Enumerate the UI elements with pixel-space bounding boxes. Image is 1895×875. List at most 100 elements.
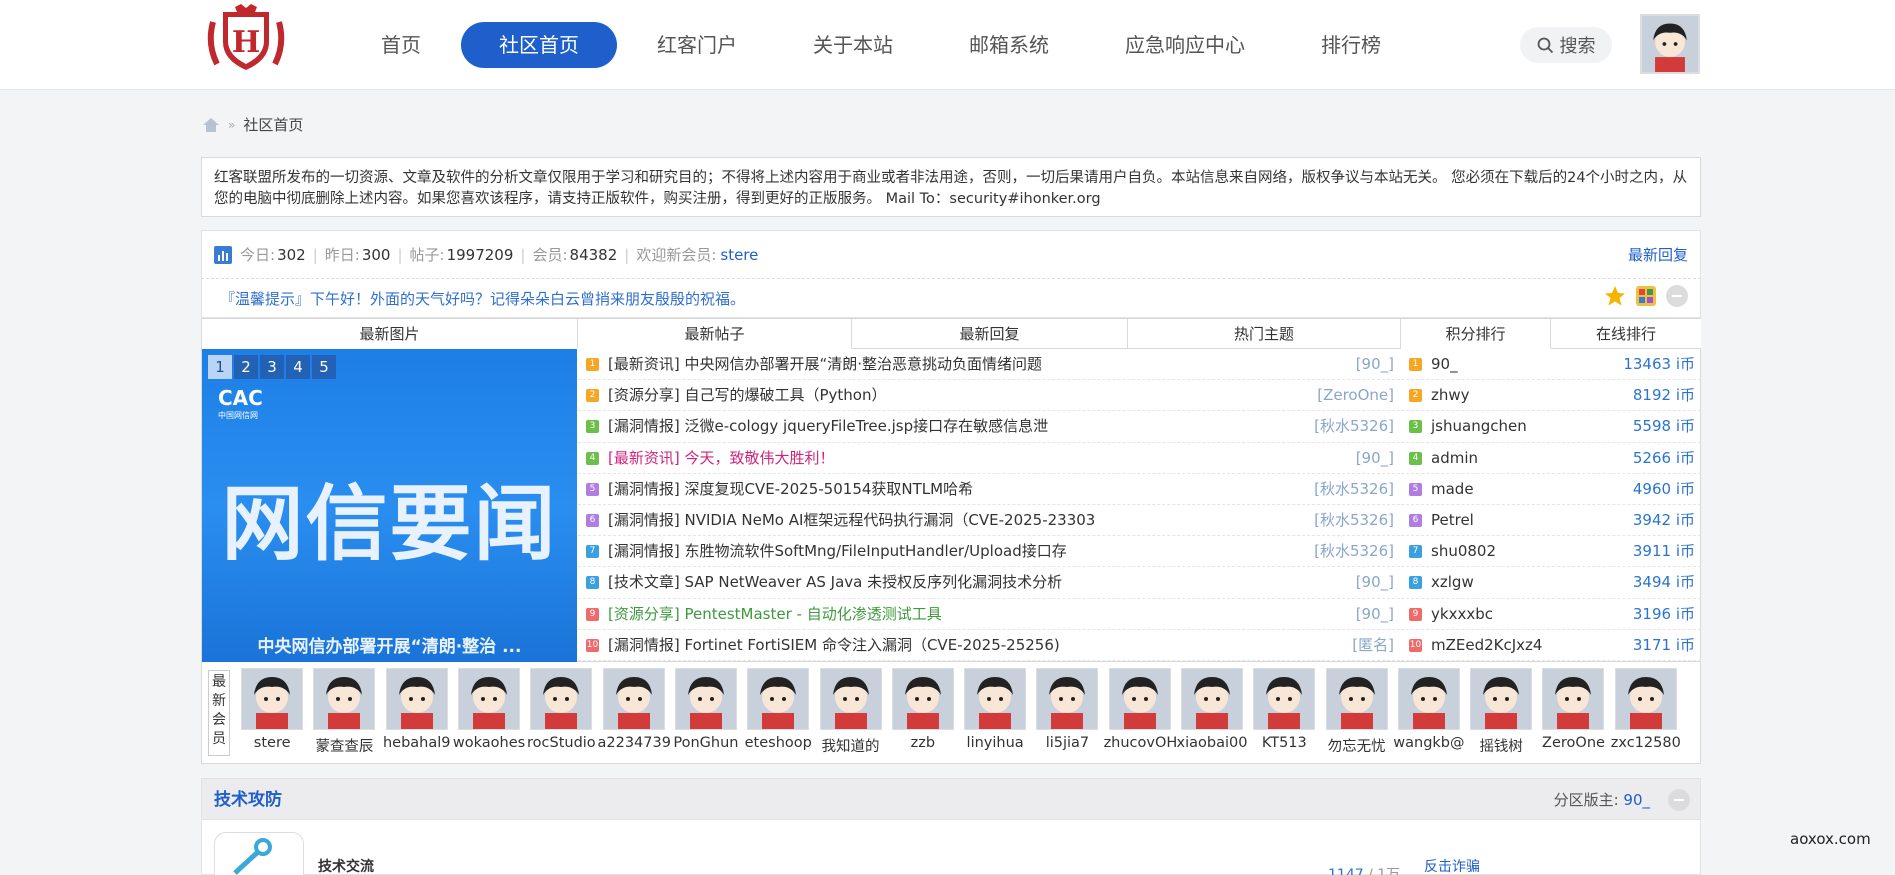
post-author[interactable]: [90_]: [1356, 349, 1394, 379]
member-item[interactable]: wokaohes: [453, 668, 525, 756]
member-name[interactable]: wokaohes: [453, 735, 525, 751]
member-item[interactable]: zzb: [887, 668, 959, 756]
tab-hot-topics[interactable]: 热门主题: [1128, 319, 1401, 349]
member-avatar[interactable]: [458, 668, 521, 730]
member-name[interactable]: eteshoop: [742, 735, 814, 751]
post-title[interactable]: [漏洞情报] 深度复现CVE-2025-50154获取NTLM哈希: [608, 480, 973, 498]
ranking-row[interactable]: 9 ykxxxbc 3196 i币: [1401, 599, 1701, 630]
member-item[interactable]: eteshoop: [742, 668, 814, 756]
post-row[interactable]: 10 [漏洞情报] Fortinet FortiSIEM 命令注入漏洞（CVE-2…: [578, 630, 1400, 661]
member-item[interactable]: 我知道的: [814, 668, 886, 756]
nav-emergency[interactable]: 应急响应中心: [1089, 22, 1281, 68]
member-item[interactable]: 摇钱树: [1465, 668, 1537, 756]
member-name[interactable]: stere: [236, 735, 308, 751]
ranking-row[interactable]: 3 jshuangchen 5598 i币: [1401, 411, 1701, 443]
member-item[interactable]: 蒙查查辰: [308, 668, 380, 756]
member-name[interactable]: zzb: [887, 735, 959, 751]
forum-last-post[interactable]: 反击诈骗: [1424, 856, 1480, 875]
member-item[interactable]: a2234739: [597, 668, 670, 756]
member-item[interactable]: ZeroOne: [1537, 668, 1609, 756]
ranking-username[interactable]: 90_: [1431, 355, 1458, 373]
member-item[interactable]: hebahal9: [381, 668, 453, 756]
post-row[interactable]: 4 [最新资讯] 今天，致敬伟大胜利！ [90_]: [578, 443, 1400, 474]
post-author[interactable]: [90_]: [1356, 443, 1394, 473]
post-title[interactable]: [资源分享] 自己写的爆破工具（Python）: [608, 386, 886, 404]
ranking-username[interactable]: admin: [1431, 449, 1478, 467]
home-icon[interactable]: [202, 117, 220, 133]
member-avatar[interactable]: [674, 668, 737, 730]
ranking-username[interactable]: shu0802: [1431, 542, 1496, 560]
member-item[interactable]: PonGhun: [670, 668, 742, 756]
post-row[interactable]: 1 [最新资讯] 中央网信办部署开展“清朗·整治恶意挑动负面情绪问题 [90_]: [578, 349, 1400, 381]
member-item[interactable]: stere: [236, 668, 308, 756]
member-item[interactable]: xiaobai00: [1176, 668, 1248, 756]
member-name[interactable]: a2234739: [597, 735, 669, 751]
member-avatar[interactable]: [1108, 668, 1171, 730]
nav-community[interactable]: 社区首页: [461, 22, 617, 68]
member-item[interactable]: rocStudio: [525, 668, 597, 756]
member-name[interactable]: zxc12580: [1610, 735, 1682, 751]
slide-page-2[interactable]: 2: [234, 355, 258, 379]
post-title[interactable]: [最新资讯] 今天，致敬伟大胜利！: [608, 449, 834, 467]
member-item[interactable]: zhucovOH: [1104, 668, 1176, 756]
post-author[interactable]: [90_]: [1356, 599, 1394, 629]
member-avatar[interactable]: [313, 668, 376, 730]
member-avatar[interactable]: [1470, 668, 1533, 730]
member-avatar[interactable]: [385, 668, 448, 730]
nav-mail[interactable]: 邮箱系统: [933, 22, 1085, 68]
ranking-username[interactable]: mZEed2KcJxz4: [1431, 636, 1542, 654]
slide-page-1[interactable]: 1: [208, 355, 232, 379]
member-avatar[interactable]: [1614, 668, 1677, 730]
forum-name[interactable]: 技术交流: [318, 856, 374, 875]
ranking-row[interactable]: 5 made 4960 i币: [1401, 474, 1701, 505]
member-avatar[interactable]: [1253, 668, 1316, 730]
member-avatar[interactable]: [1036, 668, 1099, 730]
slide-page-3[interactable]: 3: [260, 355, 284, 379]
ranking-username[interactable]: ykxxxbc: [1431, 605, 1493, 623]
site-logo[interactable]: H: [205, 4, 287, 80]
nav-home[interactable]: 首页: [345, 22, 457, 68]
ranking-row[interactable]: 2 zhwy 8192 i币: [1401, 380, 1701, 412]
post-row[interactable]: 9 [资源分享] PentestMaster - 自动化渗透测试工具 [90_]: [578, 599, 1400, 630]
member-avatar[interactable]: [819, 668, 882, 730]
star-icon[interactable]: [1604, 285, 1626, 307]
post-title[interactable]: [漏洞情报] NVIDIA NeMo AI框架远程代码执行漏洞（CVE-2025…: [608, 511, 1095, 529]
member-avatar[interactable]: [1542, 668, 1605, 730]
member-name[interactable]: hebahal9: [381, 735, 453, 751]
breadcrumb-current[interactable]: 社区首页: [243, 114, 303, 135]
latest-reply-link[interactable]: 最新回复: [1628, 244, 1688, 265]
ranking-username[interactable]: Petrel: [1431, 511, 1474, 529]
ranking-username[interactable]: xzlgw: [1431, 573, 1474, 591]
nav-about[interactable]: 关于本站: [777, 22, 929, 68]
slide-page-4[interactable]: 4: [286, 355, 310, 379]
member-name[interactable]: 勿忘无忧: [1320, 735, 1392, 756]
ranking-row[interactable]: 6 Petrel 3942 i币: [1401, 505, 1701, 537]
member-avatar[interactable]: [602, 668, 665, 730]
collapse-icon[interactable]: [1666, 285, 1688, 307]
post-author[interactable]: [秋水5326]: [1314, 536, 1394, 566]
post-title[interactable]: [漏洞情报] 东胜物流软件SoftMng/FileInputHandler/Up…: [608, 542, 1067, 560]
member-item[interactable]: li5jia7: [1031, 668, 1103, 756]
member-avatar[interactable]: [891, 668, 954, 730]
ranking-row[interactable]: 1 90_ 13463 i币: [1401, 349, 1701, 381]
member-item[interactable]: zxc12580: [1610, 668, 1682, 756]
slide-page-5[interactable]: 5: [312, 355, 336, 379]
slide-caption[interactable]: 中央网信办部署开展“清朗·整治 ...: [202, 632, 577, 657]
image-slideshow[interactable]: 1 2 3 4 5 CAC 中国网信网 网信要闻 中央网信办部署开展“清朗·整治 …: [202, 349, 577, 663]
ranking-username[interactable]: made: [1431, 480, 1474, 498]
member-name[interactable]: linyihua: [959, 735, 1031, 751]
newest-member-link[interactable]: stere: [720, 246, 758, 264]
post-row[interactable]: 5 [漏洞情报] 深度复现CVE-2025-50154获取NTLM哈希 [秋水532…: [578, 474, 1400, 505]
post-row[interactable]: 7 [漏洞情报] 东胜物流软件SoftMng/FileInputHandler/U…: [578, 536, 1400, 568]
member-avatar[interactable]: [964, 668, 1027, 730]
ranking-row[interactable]: 8 xzlgw 3494 i币: [1401, 567, 1701, 599]
member-name[interactable]: wangkb@: [1393, 735, 1465, 751]
ranking-row[interactable]: 7 shu0802 3911 i币: [1401, 536, 1701, 568]
search-button[interactable]: 搜索: [1520, 27, 1612, 63]
post-title[interactable]: [漏洞情报] Fortinet FortiSIEM 命令注入漏洞（CVE-202…: [608, 636, 1060, 654]
member-name[interactable]: 我知道的: [814, 735, 886, 756]
member-name[interactable]: ZeroOne: [1537, 735, 1609, 751]
member-item[interactable]: linyihua: [959, 668, 1031, 756]
member-item[interactable]: 勿忘无忧: [1320, 668, 1392, 756]
member-avatar[interactable]: [241, 668, 304, 730]
